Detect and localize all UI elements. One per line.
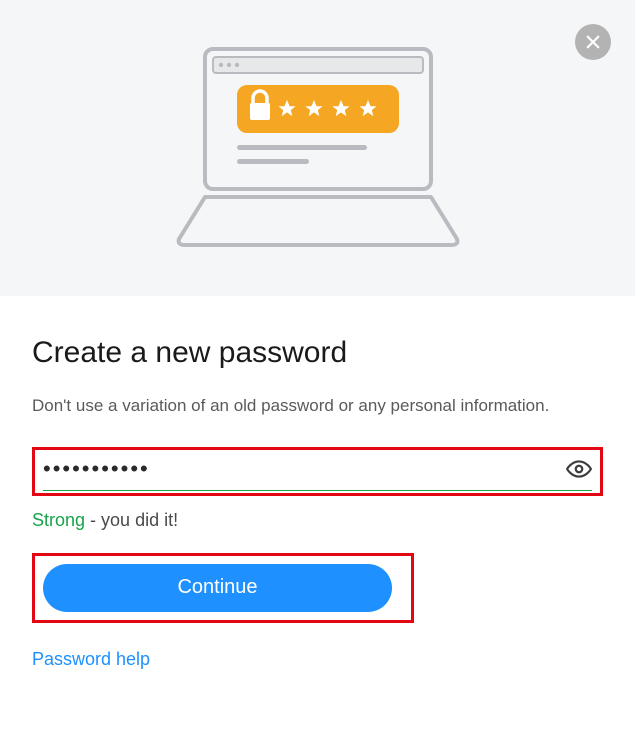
password-input-row[interactable]: ••••••••••• — [43, 456, 592, 491]
strength-suffix: - you did it! — [85, 510, 178, 530]
laptop-password-illustration — [163, 43, 473, 253]
strength-label: Strong — [32, 510, 85, 530]
password-field-highlight: ••••••••••• — [32, 447, 603, 496]
password-help-link[interactable]: Password help — [32, 649, 150, 669]
continue-button[interactable]: Continue — [43, 564, 392, 612]
hero-banner — [0, 0, 635, 296]
continue-button-highlight: Continue — [32, 553, 414, 623]
show-password-icon[interactable] — [566, 456, 592, 482]
page-title: Create a new password — [32, 336, 603, 370]
close-icon — [584, 33, 602, 51]
password-input[interactable]: ••••••••••• — [43, 458, 566, 480]
content-area: Create a new password Don't use a variat… — [0, 296, 635, 670]
password-strength-text: Strong - you did it! — [32, 510, 603, 531]
close-button[interactable] — [575, 24, 611, 60]
page-subtitle: Don't use a variation of an old password… — [32, 394, 603, 419]
